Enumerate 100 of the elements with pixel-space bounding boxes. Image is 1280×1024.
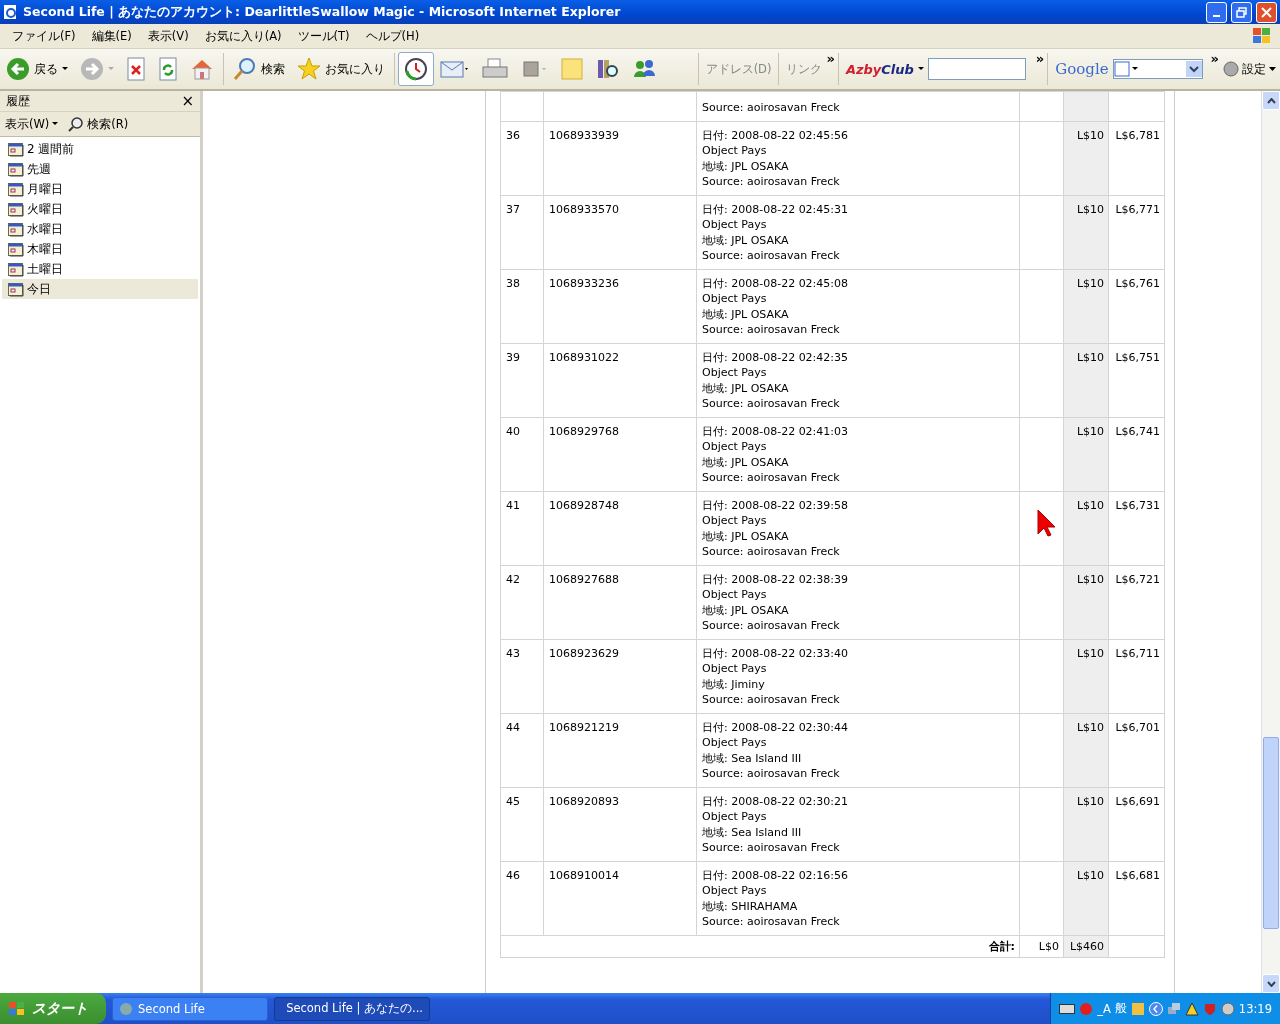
history-item[interactable]: 木曜日 bbox=[2, 239, 198, 259]
transaction-id: 1068920893 bbox=[543, 787, 697, 861]
warning-icon[interactable] bbox=[1184, 1001, 1199, 1016]
search-icon bbox=[233, 57, 257, 81]
calendar-icon bbox=[8, 261, 24, 277]
windows-flag-icon bbox=[8, 1000, 26, 1017]
menu-item[interactable]: 表示(V) bbox=[139, 28, 197, 44]
favorites-button[interactable]: お気に入り bbox=[291, 52, 391, 86]
calendar-icon bbox=[8, 281, 24, 297]
calendar-icon bbox=[8, 221, 24, 237]
star-icon bbox=[297, 57, 321, 81]
scrollbar-thumb[interactable] bbox=[1263, 737, 1279, 929]
transaction-id: 1068923629 bbox=[543, 639, 697, 713]
transaction-id: 1068933570 bbox=[543, 195, 697, 269]
menu-item[interactable]: ファイル(F) bbox=[4, 28, 84, 44]
chevron[interactable]: » bbox=[1210, 51, 1219, 66]
balance-cell: L$6,741 bbox=[1108, 417, 1165, 491]
settings-button[interactable]: 設定 bbox=[1219, 61, 1280, 77]
transaction-id: 1068933939 bbox=[543, 121, 697, 195]
browser-logo-icon bbox=[3, 4, 19, 20]
view-button[interactable]: 表示(W) bbox=[2, 116, 62, 132]
menu-item[interactable]: ヘルプ(H) bbox=[357, 28, 428, 44]
history-item[interactable]: 火曜日 bbox=[2, 199, 198, 219]
row-number: 45 bbox=[500, 787, 544, 861]
credit-cell: L$10 bbox=[1063, 787, 1109, 861]
credit-cell: L$10 bbox=[1063, 565, 1109, 639]
transaction-id: 1068929768 bbox=[543, 417, 697, 491]
chevron[interactable]: » bbox=[1035, 51, 1045, 66]
history-button[interactable] bbox=[398, 52, 434, 86]
scroll-up-button[interactable] bbox=[1262, 91, 1280, 110]
description-cell: 日付: 2008-08-22 02:45:08 Object Pays 地域: JPL OSAKA Source: aoirosavan Freck bbox=[696, 269, 1020, 343]
taskbar-button[interactable]: Second Life | あなたの... bbox=[274, 996, 430, 1021]
menu-item[interactable]: ツール(T) bbox=[289, 28, 358, 44]
caret-icon bbox=[1269, 67, 1276, 71]
transaction-id: 1068928748 bbox=[543, 491, 697, 565]
stop-icon bbox=[126, 57, 146, 81]
toolbar-logo: AzbyClub bbox=[844, 61, 915, 77]
transaction-id: 1068910014 bbox=[543, 861, 697, 935]
scroll-down-button[interactable] bbox=[1262, 974, 1280, 993]
history-item[interactable]: 土曜日 bbox=[2, 259, 198, 279]
refresh-icon bbox=[158, 57, 178, 81]
description-cell: 日付: 2008-08-22 02:41:03 Object Pays 地域: JPL OSAKA Source: aoirosavan Freck bbox=[696, 417, 1020, 491]
credit-cell: L$10 bbox=[1063, 639, 1109, 713]
window-title: Second Life | あなたのアカウント: DearlittleSwallow Magic - Microsoft Internet Explorer bbox=[23, 3, 622, 21]
minimize-icon bbox=[1213, 15, 1220, 17]
circle-icon bbox=[1223, 61, 1239, 77]
history-item[interactable]: 月曜日 bbox=[2, 179, 198, 199]
back-button[interactable]: 戻る bbox=[0, 52, 74, 86]
description-cell: Source: aoirosavan Freck bbox=[696, 91, 1020, 121]
taskbar-button[interactable]: Second Life bbox=[112, 996, 268, 1021]
description-cell: 日付: 2008-08-22 02:30:44 Object Pays 地域: Sea Island III Source: aoirosavan Freck bbox=[696, 713, 1020, 787]
row-number: 40 bbox=[500, 417, 544, 491]
history-item[interactable]: 水曜日 bbox=[2, 219, 198, 239]
ball-icon bbox=[1079, 1001, 1094, 1016]
search-button[interactable]: 検索(R) bbox=[65, 116, 132, 132]
balance-cell: L$6,681 bbox=[1108, 861, 1165, 935]
calendar-icon bbox=[8, 241, 24, 257]
history-item[interactable]: 2 週間前 bbox=[2, 139, 198, 159]
minimize-button[interactable] bbox=[1206, 1, 1227, 23]
row-number: 44 bbox=[500, 713, 544, 787]
app-icon bbox=[119, 1001, 133, 1016]
books-icon bbox=[596, 57, 620, 81]
search-combo[interactable] bbox=[1112, 59, 1203, 79]
credit-cell: L$10 bbox=[1063, 121, 1109, 195]
transaction-id: 1068931022 bbox=[543, 343, 697, 417]
balance-cell: L$6,711 bbox=[1108, 639, 1165, 713]
balance-cell: L$6,731 bbox=[1108, 491, 1165, 565]
row-number: 46 bbox=[500, 861, 544, 935]
row-number: 42 bbox=[500, 565, 544, 639]
restore-button[interactable] bbox=[1231, 1, 1252, 23]
search-button[interactable]: 検索 bbox=[227, 52, 291, 86]
globe-icon[interactable] bbox=[1220, 1001, 1235, 1016]
credit-cell: L$10 bbox=[1063, 417, 1109, 491]
search-icon bbox=[68, 116, 85, 132]
menu-item[interactable]: 編集(E) bbox=[83, 28, 140, 44]
calendar-icon bbox=[8, 161, 24, 177]
close-button[interactable]: × bbox=[181, 92, 194, 110]
caret-icon bbox=[62, 67, 68, 71]
close-button[interactable] bbox=[1256, 1, 1277, 23]
menu-item[interactable]: お気に入り(A) bbox=[196, 28, 290, 44]
mouse-cursor-icon bbox=[1037, 509, 1055, 537]
calendar-icon bbox=[8, 141, 24, 157]
google-logo: Google bbox=[1054, 60, 1110, 78]
restore-icon bbox=[1236, 6, 1247, 18]
search-field[interactable] bbox=[927, 58, 1026, 80]
clock: 13:19 bbox=[1238, 1001, 1272, 1016]
total-debit: L$0 bbox=[1019, 935, 1064, 958]
tray-icon[interactable] bbox=[1130, 1001, 1145, 1016]
balance-cell: L$6,701 bbox=[1108, 713, 1165, 787]
caret-icon bbox=[108, 67, 114, 71]
panel-title: 履歴 bbox=[6, 92, 30, 110]
history-item[interactable]: 今日 bbox=[2, 279, 198, 299]
row-number: 39 bbox=[500, 343, 544, 417]
description-cell: 日付: 2008-08-22 02:38:39 Object Pays 地域: JPL OSAKA Source: aoirosavan Freck bbox=[696, 565, 1020, 639]
caret-icon[interactable] bbox=[917, 67, 924, 71]
keyboard-icon bbox=[1059, 1003, 1076, 1014]
chevron[interactable]: » bbox=[826, 51, 835, 66]
history-item[interactable]: 先週 bbox=[2, 159, 198, 179]
balance-cell: L$6,721 bbox=[1108, 565, 1165, 639]
description-cell: 日付: 2008-08-22 02:30:21 Object Pays 地域: Sea Island III Source: aoirosavan Freck bbox=[696, 787, 1020, 861]
